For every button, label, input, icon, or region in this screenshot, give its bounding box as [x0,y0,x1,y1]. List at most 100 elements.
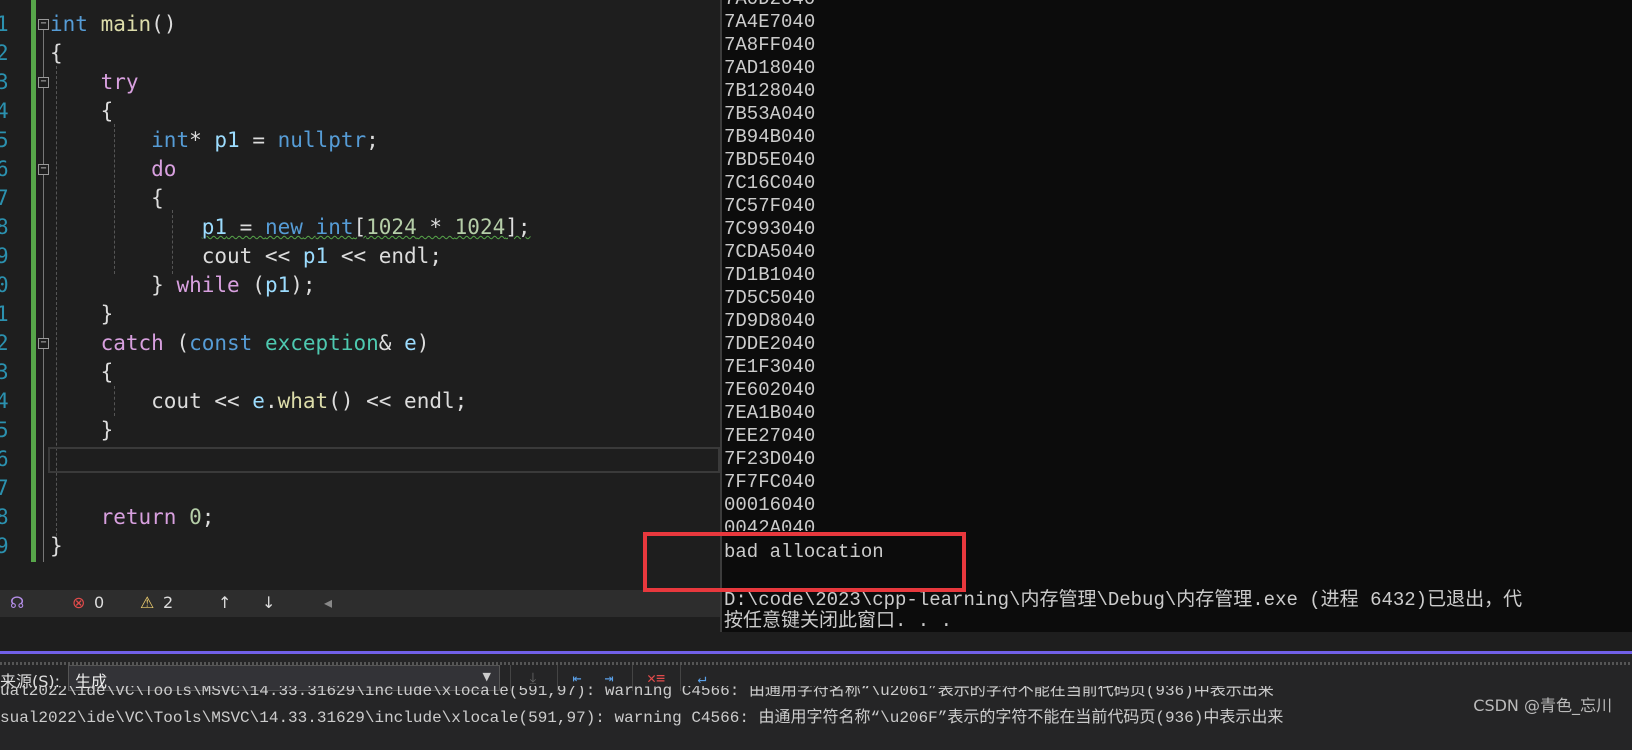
console-line: 7D9D8040 [724,310,816,332]
code-line[interactable]: int main() [50,10,176,39]
highlight-box [643,532,966,592]
code-token: ) [416,331,430,355]
code-token: catch [100,331,164,355]
code-line[interactable]: { [50,39,63,68]
code-line[interactable]: { [50,358,114,387]
code-token: return [100,505,177,529]
line-number: 7 [0,186,9,210]
code-token: e [252,389,265,413]
code-token: p1 [201,215,228,239]
warning-count[interactable]: 2 [163,593,173,612]
code-token: * [189,128,215,152]
code-line[interactable]: try [50,68,139,97]
code-token: { [50,99,114,123]
line-number: 8 [0,505,9,529]
code-line[interactable]: { [50,184,164,213]
console-line: 7E1F3040 [724,356,816,378]
console-line: 7A8FF040 [724,34,816,56]
console-line: 7BD5E040 [724,149,816,171]
line-number: 0 [0,273,9,297]
collapse-main-icon[interactable]: − [38,19,49,30]
line-number: 5 [0,128,9,152]
code-token: * [416,215,455,239]
code-line[interactable]: } [50,532,63,561]
code-line[interactable]: do [50,155,176,184]
code-token: ]; [505,215,531,239]
code-line[interactable]: cout << e.what() << endl; [50,387,467,416]
line-number: 7 [0,476,9,500]
code-token: nullptr [277,128,367,152]
code-token: } [50,418,114,442]
console-line: 7B94B040 [724,126,816,148]
code-line[interactable]: { [50,97,114,126]
console-line: 7E602040 [724,379,816,401]
panel-accent-line [0,651,1632,654]
code-token: try [100,70,139,94]
code-token: p1 [264,273,291,297]
error-icon[interactable]: ⊗ [72,593,85,612]
code-line[interactable]: } [50,416,114,445]
warning-icon[interactable]: ⚠ [140,593,154,612]
collapse-catch-icon[interactable]: − [38,338,49,349]
console-line: 7F23D040 [724,448,816,470]
line-number: 6 [0,157,9,181]
collapse-do-icon[interactable]: − [38,164,49,175]
code-token: cout << [50,389,253,413]
collapse-try-icon[interactable]: − [38,77,49,88]
line-number: 8 [0,215,9,239]
current-line-highlight [48,447,720,473]
copilot-icon[interactable]: ☊ [10,593,24,612]
code-token: [ [353,215,367,239]
previous-issue-icon[interactable]: ↑ [218,593,231,612]
error-count[interactable]: 0 [94,593,104,612]
code-line[interactable]: cout << p1 << endl; [50,242,442,271]
code-token: } [50,302,114,326]
code-token: ; [366,128,379,152]
code-line[interactable]: } [50,300,114,329]
console-line: 00016040 [724,494,816,516]
code-token: main [100,12,152,36]
console-press-key: 按任意键关闭此窗口. . . [724,610,953,632]
code-token: p1 [214,128,240,152]
scroll-left-icon[interactable]: ◂ [324,593,332,612]
console-line: 7C993040 [724,218,816,240]
code-editor[interactable]: − − − − 1 int main() 2{3 try 4 {5 int* p1 =… [0,0,720,590]
console-line: 7CDA5040 [724,241,816,263]
code-line[interactable]: } while (p1); [50,271,315,300]
next-issue-icon[interactable]: ↓ [262,593,275,612]
code-token: exception [264,331,379,355]
code-token: } [50,273,177,297]
console-line: 7AD18040 [724,57,816,79]
code-token: () << endl; [328,389,468,413]
code-token: . [264,389,278,413]
code-token: int [50,12,88,36]
code-line[interactable]: int* p1 = nullptr; [50,126,379,155]
console-line: 7A4E7040 [724,11,816,33]
code-line[interactable]: catch (const exception& e) [50,329,430,358]
line-number: 4 [0,389,9,413]
console-line: 7C57F040 [724,195,816,217]
code-token: { [50,186,164,210]
code-line[interactable]: p1 = new int[1024 * 1024]; [50,213,531,242]
line-number: 3 [0,70,9,94]
editor-status-bar: ☊ ⊗ 0 ⚠ 2 ↑ ↓ ◂ [0,590,720,617]
output-line: sual2022\ide\VC\Tools\MSVC\14.33.31629\i… [0,709,1284,727]
code-token: p1 [302,244,329,268]
console-line: 7D5C5040 [724,287,816,309]
code-token: const [189,331,253,355]
console-line: 7F7FC040 [724,471,816,493]
code-token: int [315,215,354,239]
console-line: 7EA1B040 [724,402,816,424]
code-token: 1024 [366,215,417,239]
code-token: { [50,360,114,384]
code-token: ( [239,273,265,297]
code-line[interactable]: return 0; [50,503,215,532]
